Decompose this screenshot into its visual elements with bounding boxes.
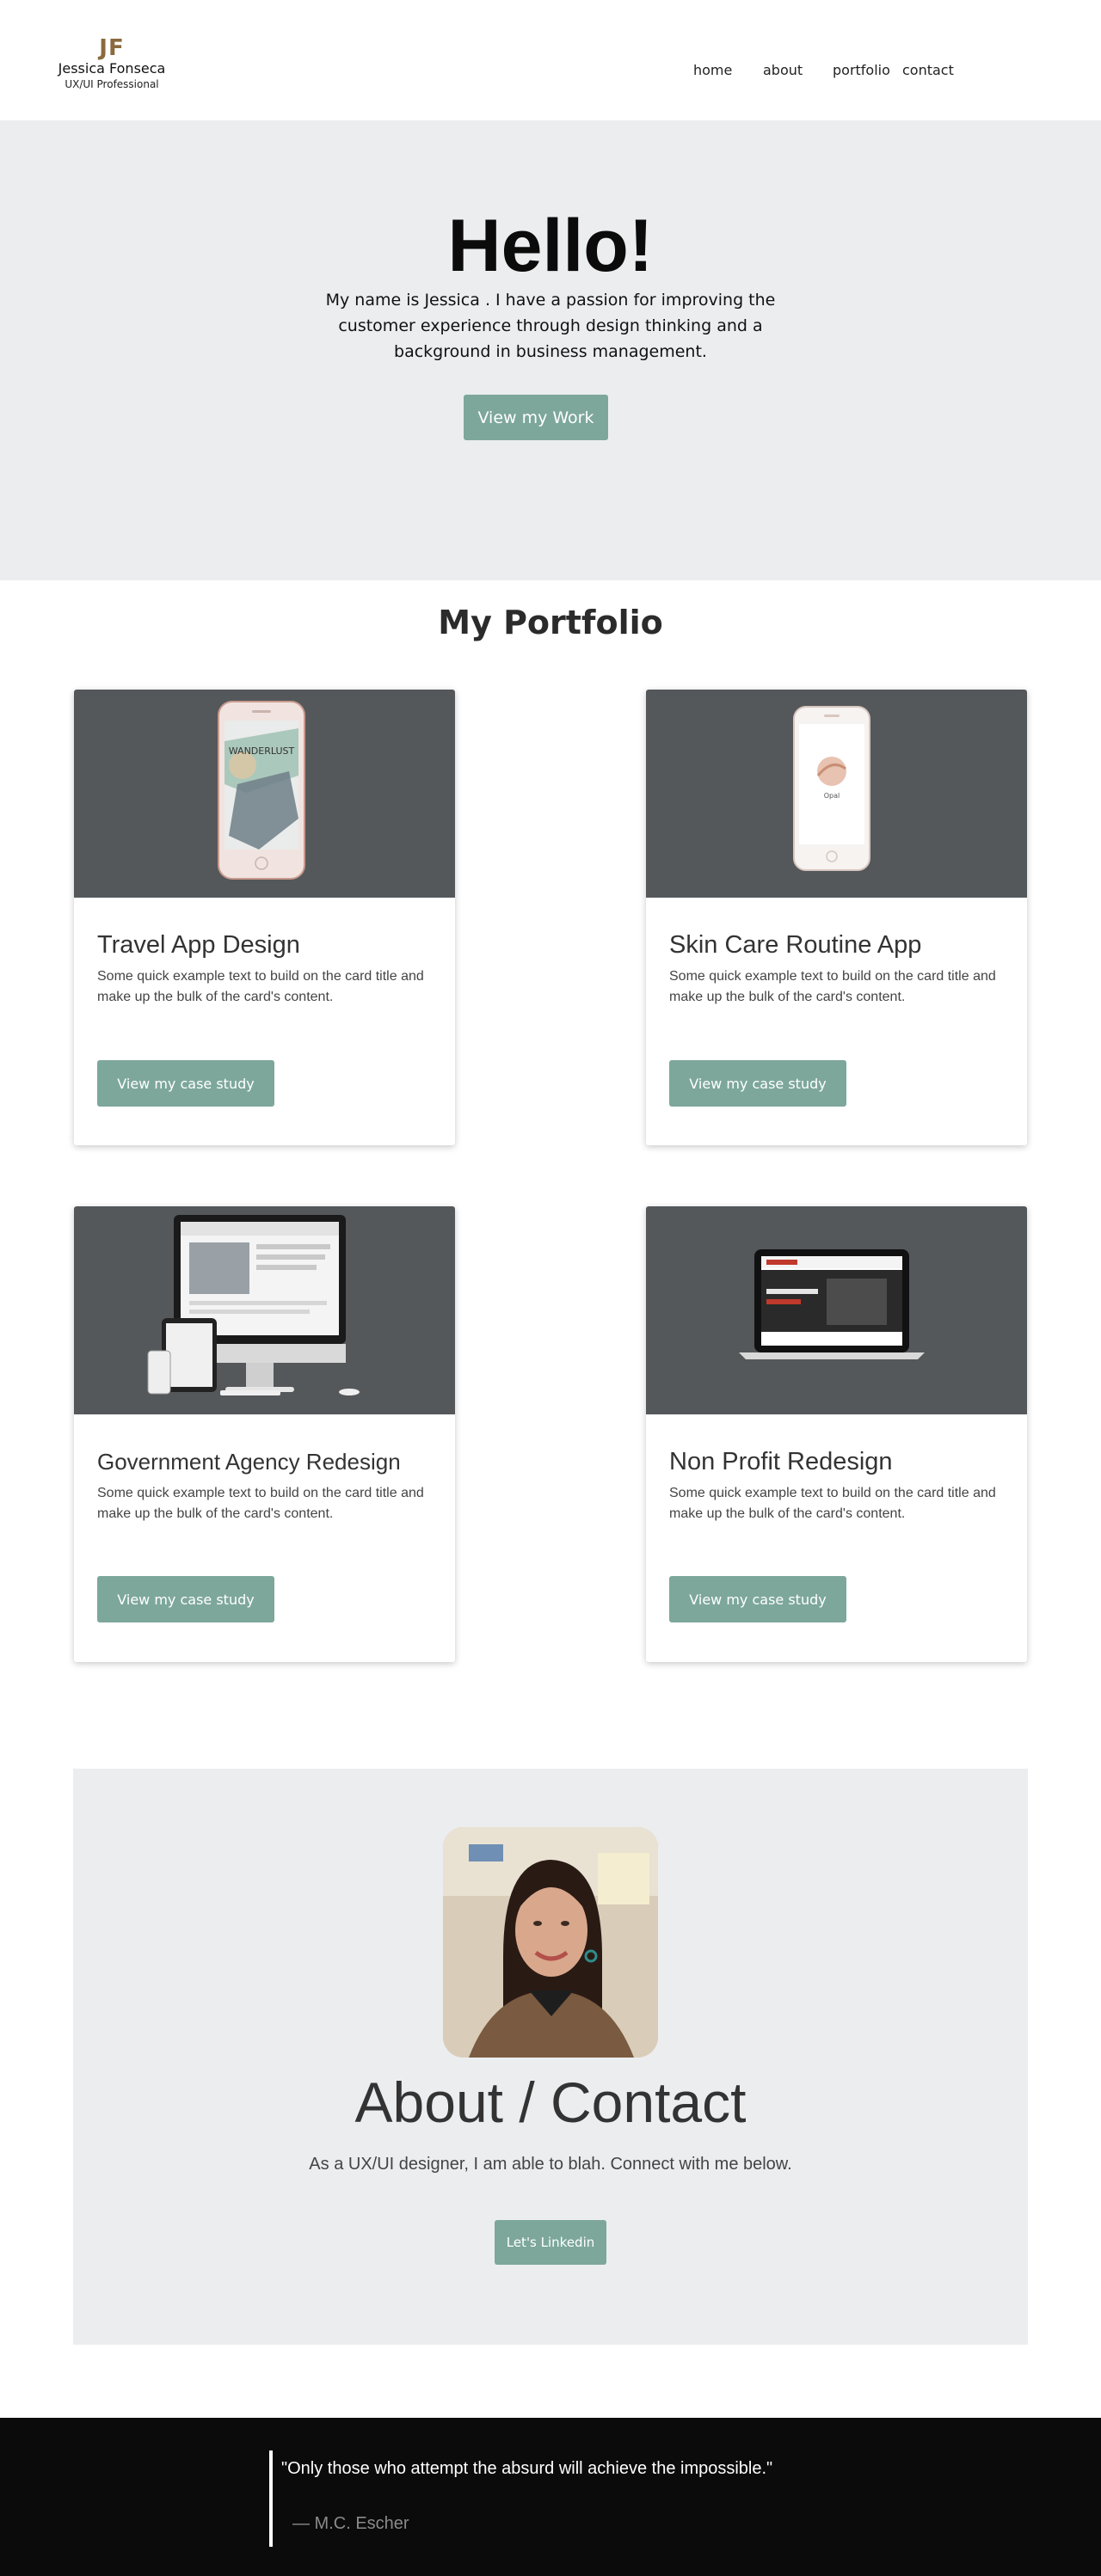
hero-text: My name is Jessica . I have a passion fo… [325, 291, 776, 361]
card-text: Some quick example text to build on the … [669, 969, 996, 1004]
about-title: About / Contact [354, 2070, 747, 2134]
brand-logo[interactable]: JF Jessica Fonseca UX/UI Professional [53, 36, 170, 91]
footer-quote: "Only those who attempt the absurd will … [281, 2459, 773, 2478]
view-case-study-button[interactable]: View my case study [97, 1576, 274, 1622]
nav-link-home[interactable]: home [693, 62, 732, 78]
portfolio-card-government-redesign: Government Agency Redesign Some quick ex… [74, 1206, 455, 1662]
phone-mockup-image: WANDERLUST [74, 690, 455, 898]
about-text: As a UX/UI designer, I am able to blah. … [309, 2155, 792, 2174]
brand-role: UX/UI Professional [65, 78, 159, 90]
view-case-study-button[interactable]: View my case study [669, 1060, 846, 1107]
phone-screen-title: WANDERLUST [229, 745, 295, 757]
view-case-study-button[interactable]: View my case study [97, 1060, 274, 1107]
phone-screen-title: Opal [824, 792, 840, 800]
card-text: Some quick example text to build on the … [669, 1486, 996, 1521]
hero-section: Hello! My name is Jessica . I have a pas… [0, 120, 1101, 580]
hero-title: Hello! [447, 205, 654, 287]
portfolio-title: My Portfolio [438, 604, 663, 641]
card-title: Travel App Design [97, 931, 300, 959]
about-contact-section: About / Contact As a UX/UI designer, I a… [73, 1769, 1028, 2345]
portrait-photo [443, 1827, 658, 2058]
card-title: Non Profit Redesign [669, 1448, 893, 1475]
footer-quote-author: — M.C. Escher [292, 2514, 409, 2533]
card-title: Skin Care Routine App [669, 931, 922, 959]
portfolio-card-travel-app: WANDERLUST Travel App Design Some quick … [74, 690, 455, 1145]
portfolio-card-non-profit-redesign: Non Profit Redesign Some quick example t… [646, 1206, 1027, 1662]
nav-link-portfolio[interactable]: portfolio [833, 62, 890, 78]
view-case-study-button[interactable]: View my case study [669, 1576, 846, 1622]
nav-link-contact[interactable]: contact [902, 62, 954, 78]
card-text: Some quick example text to build on the … [97, 1486, 424, 1521]
nav-link-about[interactable]: about [763, 62, 803, 78]
brand-name: Jessica Fonseca [58, 60, 166, 77]
card-text: Some quick example text to build on the … [97, 969, 424, 1004]
card-title: Government Agency Redesign [97, 1449, 401, 1475]
view-work-button[interactable]: View my Work [464, 395, 608, 440]
portfolio-card-skin-care-app: Opal Skin Care Routine App Some quick ex… [646, 690, 1027, 1145]
brand-monogram: JF [99, 35, 125, 61]
blockquote-border [269, 2450, 273, 2547]
linkedin-button[interactable]: Let's Linkedin [495, 2220, 606, 2265]
site-header: JF Jessica Fonseca UX/UI Professional ho… [0, 0, 1101, 120]
phone-mockup-image: Opal [646, 690, 1027, 898]
laptop-mockup-image [646, 1206, 1027, 1414]
site-footer: "Only those who attempt the absurd will … [0, 2418, 1101, 2576]
desktop-mockup-image [74, 1206, 455, 1414]
